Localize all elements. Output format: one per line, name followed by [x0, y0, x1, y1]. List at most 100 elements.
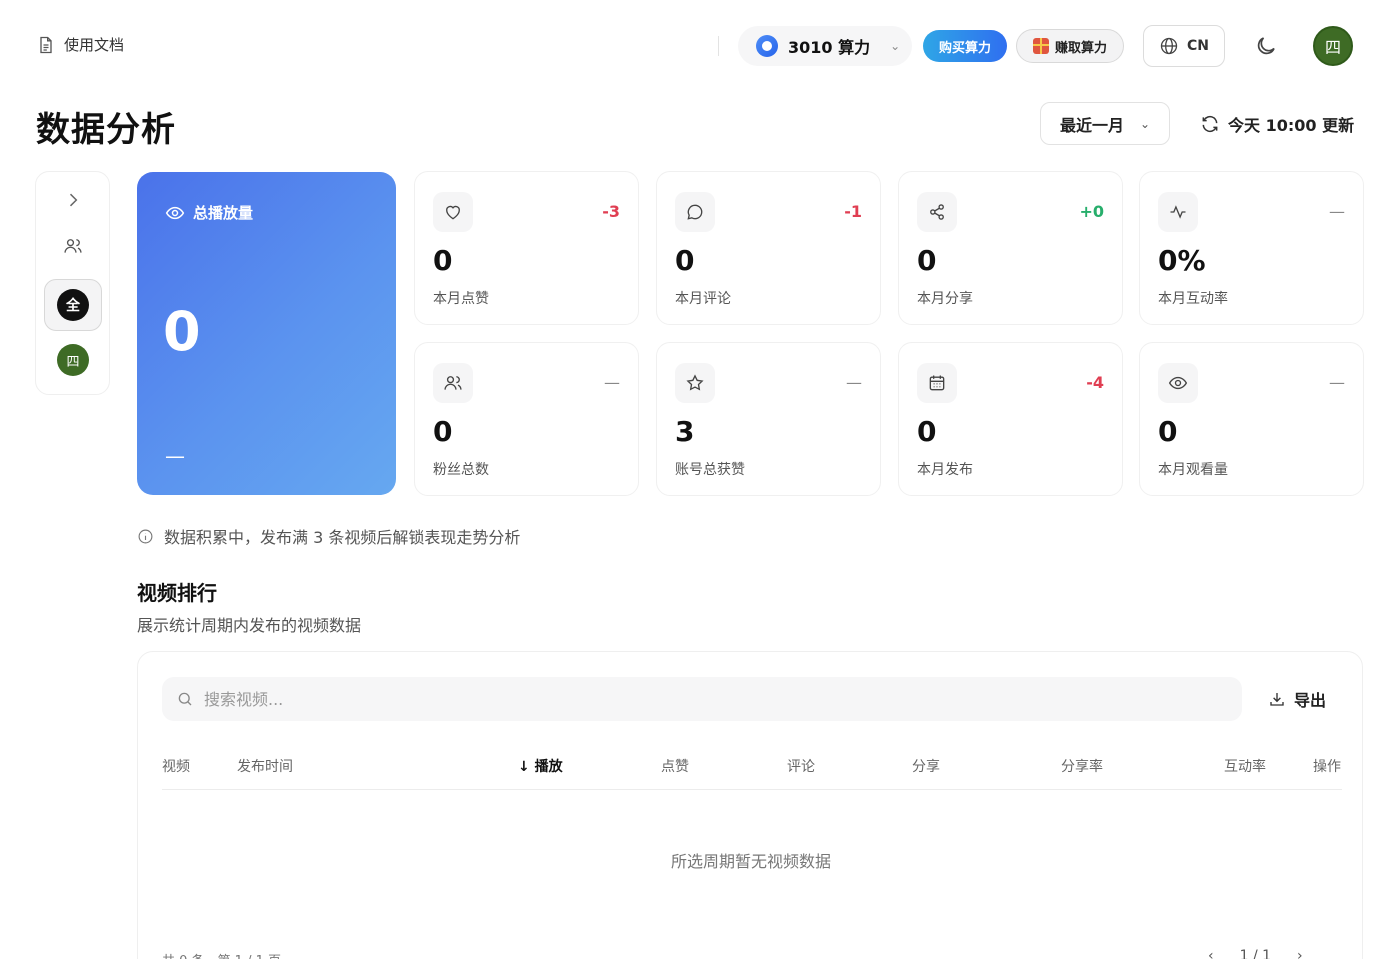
refresh-button[interactable]: 今天 10:00 更新	[1200, 112, 1354, 136]
total-plays-trend: —	[165, 444, 185, 468]
metric-value: 3	[675, 415, 695, 448]
date-range-label: 最近一月	[1060, 115, 1125, 135]
table-header: 视频 发布时间 ↓ 播放 点赞 评论 分享 分享率 互动率 操作	[162, 744, 1342, 790]
all-accounts-label: 全	[57, 289, 89, 321]
credits-selector[interactable]: 3010 算力 ⌄	[738, 26, 912, 66]
metric-card-followers: — 0 粉丝总数	[414, 342, 639, 496]
metric-card-comments: -1 0 本月评论	[656, 171, 881, 325]
metric-label: 本月互动率	[1158, 291, 1228, 307]
column-share-rate[interactable]: 分享率	[1061, 756, 1103, 776]
metric-label: 本月观看量	[1158, 462, 1228, 478]
all-accounts-button[interactable]: 全	[44, 279, 102, 331]
note-text: 数据积累中，发布满 3 条视频后解锁表现走势分析	[164, 528, 521, 547]
gift-icon	[1032, 38, 1049, 54]
metric-value: 0%	[1158, 244, 1206, 277]
search-input[interactable]	[204, 689, 1104, 709]
metric-delta: -3	[602, 202, 620, 221]
metric-card-views: — 0 本月观看量	[1139, 342, 1364, 496]
header-divider	[718, 36, 719, 56]
metric-card-likes: -3 0 本月点赞	[414, 171, 639, 325]
video-ranking-panel: 导出 视频 发布时间 ↓ 播放 点赞 评论 分享 分享率 互动率 操作 所选周期…	[137, 651, 1363, 959]
total-plays-value: 0	[163, 300, 201, 363]
metric-card-total-likes: — 3 账号总获赞	[656, 342, 881, 496]
column-actions: 操作	[1313, 759, 1341, 775]
search-icon	[178, 692, 192, 706]
column-video[interactable]: 视频	[162, 756, 190, 776]
star-icon	[686, 374, 704, 391]
language-button[interactable]: CN	[1143, 25, 1225, 67]
user-avatar[interactable]: 四	[1313, 26, 1353, 66]
docs-label: 使用文档	[64, 36, 125, 54]
comment-icon	[687, 204, 703, 220]
search-box[interactable]	[162, 677, 1242, 721]
metric-delta: -4	[1086, 373, 1104, 392]
total-plays-header: 总播放量	[165, 202, 253, 223]
metric-delta: —	[604, 373, 620, 392]
users-icon[interactable]	[63, 236, 83, 256]
total-plays-label: 总播放量	[193, 204, 254, 222]
metric-value: 0	[433, 244, 453, 277]
metric-card-shares: +0 0 本月分享	[898, 171, 1123, 325]
globe-icon	[1160, 37, 1178, 55]
sort-arrow-icon: ↓	[518, 759, 535, 775]
refresh-label: 今天 10:00 更新	[1228, 116, 1355, 135]
prev-page-button[interactable]: ‹	[1208, 948, 1214, 959]
metric-label: 本月分享	[917, 291, 973, 307]
data-accumulating-note: 数据积累中，发布满 3 条视频后解锁表现走势分析	[137, 524, 520, 548]
download-icon	[1270, 693, 1284, 706]
heart-icon	[446, 205, 460, 220]
metric-card-engagement-rate: — 0% 本月互动率	[1139, 171, 1364, 325]
metric-label: 账号总获赞	[675, 462, 745, 478]
column-likes[interactable]: 点赞	[661, 756, 689, 776]
eye-icon	[1168, 376, 1188, 390]
earn-credits-button[interactable]: 赚取算力	[1016, 29, 1124, 63]
next-page-button[interactable]: ›	[1297, 948, 1303, 959]
ranking-subtitle: 展示统计周期内发布的视频数据	[137, 616, 362, 635]
column-plays[interactable]: ↓ 播放	[518, 756, 563, 776]
metric-delta: +0	[1079, 202, 1104, 221]
share-icon	[930, 204, 944, 220]
column-comments[interactable]: 评论	[787, 756, 815, 776]
metric-label: 本月发布	[917, 462, 973, 478]
users-icon	[444, 376, 462, 390]
date-range-select[interactable]: 最近一月 ⌄	[1040, 102, 1170, 145]
metric-delta: —	[1329, 202, 1345, 221]
chevron-right-icon[interactable]	[63, 190, 83, 210]
account-rail: 全 四	[35, 171, 110, 395]
moon-icon[interactable]	[1254, 34, 1278, 58]
metric-value: 0	[433, 415, 453, 448]
account-avatar[interactable]: 四	[57, 344, 89, 376]
column-plays-label: 播放	[534, 759, 563, 775]
metric-value: 0	[917, 415, 937, 448]
column-engagement-rate[interactable]: 互动率	[1224, 756, 1266, 776]
chevron-down-icon: ⌄	[890, 39, 901, 53]
column-publish-time[interactable]: 发布时间	[237, 756, 293, 776]
language-label: CN	[1187, 38, 1209, 54]
export-button[interactable]: 导出	[1268, 687, 1326, 711]
chevron-down-icon: ⌄	[1140, 116, 1151, 131]
docs-link[interactable]: 使用文档	[36, 34, 124, 55]
buy-credits-button[interactable]: 购买算力	[923, 30, 1007, 62]
ranking-title: 视频排行	[137, 581, 217, 605]
info-icon	[138, 529, 153, 543]
column-shares[interactable]: 分享	[912, 756, 940, 776]
metric-label: 粉丝总数	[433, 462, 489, 478]
metric-label: 本月点赞	[433, 291, 489, 307]
metric-card-published: -4 0 本月发布	[898, 342, 1123, 496]
metric-value: 0	[675, 244, 695, 277]
earn-credits-label: 赚取算力	[1054, 40, 1107, 56]
table-footer-count: 共 0 条，第 1 / 1 页	[162, 950, 281, 959]
metric-delta: —	[1329, 373, 1345, 392]
calendar-icon	[929, 375, 945, 391]
metric-label: 本月评论	[675, 291, 731, 307]
total-plays-card: 总播放量 0 —	[137, 172, 396, 495]
refresh-icon	[1202, 115, 1218, 133]
empty-state: 所选周期暂无视频数据	[670, 852, 831, 871]
eye-icon	[165, 206, 185, 219]
page-indicator: 1 / 1	[1239, 948, 1272, 959]
pagination: ‹ 1 / 1 ›	[1208, 948, 1303, 959]
credits-icon	[756, 35, 778, 57]
metric-delta: —	[846, 373, 862, 392]
metric-delta: -1	[844, 202, 862, 221]
metric-value: 0	[917, 244, 937, 277]
